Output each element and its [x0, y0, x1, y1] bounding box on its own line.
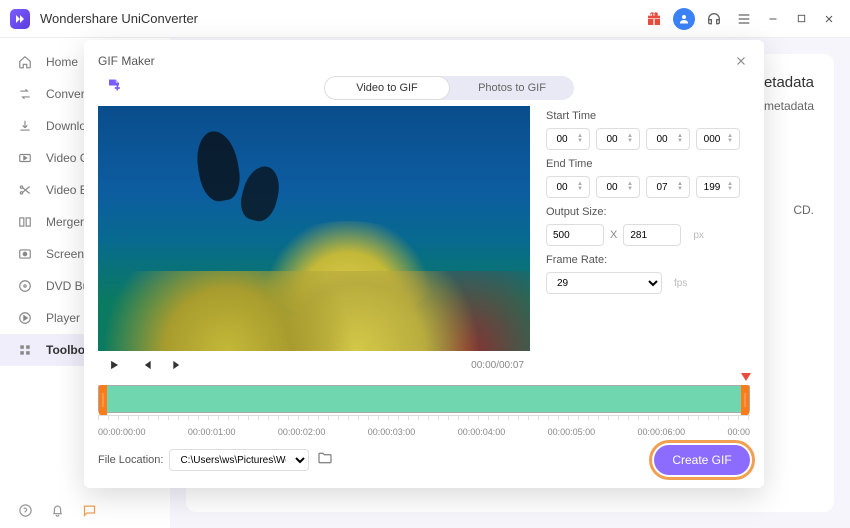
modal-title: GIF Maker: [98, 54, 155, 68]
spinner-icon[interactable]: ▲▼: [727, 134, 737, 144]
start-ms-stepper[interactable]: ▲▼: [696, 128, 740, 150]
start-time-label: Start Time: [546, 110, 750, 122]
tick-label: 00:00:00:00: [98, 427, 146, 437]
gif-maker-modal: GIF Maker Video to GIF Photos to GIF 00:…: [84, 40, 764, 488]
trim-handle-end[interactable]: [741, 385, 749, 415]
add-file-icon[interactable]: [104, 78, 124, 98]
account-icon[interactable]: [672, 7, 696, 31]
next-frame-button[interactable]: [168, 355, 188, 375]
disc-icon: [18, 279, 36, 293]
start-h-input[interactable]: [547, 134, 577, 145]
spinner-icon[interactable]: ▲▼: [727, 182, 737, 192]
spinner-icon[interactable]: ▲▼: [677, 134, 687, 144]
output-size-label: Output Size:: [546, 206, 750, 218]
converter-icon: [18, 87, 36, 101]
x-separator: X: [610, 229, 617, 241]
sidebar-label: Merger: [46, 215, 84, 229]
spinner-icon[interactable]: ▲▼: [627, 134, 637, 144]
timecode: 00:00/00:07: [471, 360, 524, 371]
start-ms-input[interactable]: [697, 134, 727, 145]
bell-icon[interactable]: [50, 503, 66, 519]
tick-label: 00:00:01:00: [188, 427, 236, 437]
gift-icon[interactable]: [642, 7, 666, 31]
timeline-ruler: [98, 415, 750, 421]
start-s-stepper[interactable]: ▲▼: [646, 128, 690, 150]
end-h-stepper[interactable]: ▲▼: [546, 176, 590, 198]
feedback-icon[interactable]: [82, 503, 98, 519]
home-icon: [18, 55, 36, 69]
tick-label: 00:00:03:00: [368, 427, 416, 437]
spinner-icon[interactable]: ▲▼: [577, 134, 587, 144]
start-m-input[interactable]: [597, 134, 627, 145]
output-height-input[interactable]: [623, 224, 681, 246]
timeline: 00:00:00:00 00:00:01:00 00:00:02:00 00:0…: [98, 385, 750, 437]
start-h-stepper[interactable]: ▲▼: [546, 128, 590, 150]
create-gif-button[interactable]: Create GIF: [654, 445, 750, 475]
merger-icon: [18, 215, 36, 229]
px-unit: px: [693, 230, 704, 241]
trim-handle-start[interactable]: [99, 385, 107, 415]
toolbox-icon: [18, 343, 36, 357]
help-icon[interactable]: [18, 503, 34, 519]
frame-rate-label: Frame Rate:: [546, 254, 750, 266]
file-location-label: File Location:: [98, 454, 163, 466]
sidebar-label: Home: [46, 55, 78, 69]
start-m-stepper[interactable]: ▲▼: [596, 128, 640, 150]
end-s-input[interactable]: [647, 182, 677, 193]
modal-footer: File Location: C:\Users\ws\Pictures\Wond…: [98, 445, 750, 475]
fps-unit: fps: [674, 278, 687, 289]
headset-icon[interactable]: [702, 7, 726, 31]
timeline-ticks: 00:00:00:00 00:00:01:00 00:00:02:00 00:0…: [98, 427, 750, 437]
tick-label: 00:00: [727, 427, 750, 437]
tick-label: 00:00:06:00: [638, 427, 686, 437]
scissors-icon: [18, 183, 36, 197]
start-s-input[interactable]: [647, 134, 677, 145]
modal-close-button[interactable]: [732, 52, 750, 70]
end-time-label: End Time: [546, 158, 750, 170]
spinner-icon[interactable]: ▲▼: [677, 182, 687, 192]
minimize-button[interactable]: [762, 8, 784, 30]
spinner-icon[interactable]: ▲▼: [627, 182, 637, 192]
titlebar: Wondershare UniConverter: [0, 0, 850, 38]
file-location-select[interactable]: C:\Users\ws\Pictures\Wonders: [169, 449, 309, 471]
end-m-input[interactable]: [597, 182, 627, 193]
app-title: Wondershare UniConverter: [40, 11, 198, 26]
playhead-marker[interactable]: [741, 373, 751, 381]
play-button[interactable]: [104, 355, 124, 375]
close-button[interactable]: [818, 8, 840, 30]
end-ms-stepper[interactable]: ▲▼: [696, 176, 740, 198]
tab-photos-to-gif[interactable]: Photos to GIF: [450, 76, 574, 100]
compress-icon: [18, 151, 36, 165]
app-logo: [10, 9, 30, 29]
avatar: [673, 8, 695, 30]
settings-panel: Start Time ▲▼ ▲▼ ▲▼ ▲▼ End Time ▲▼ ▲▼ ▲▼…: [530, 106, 750, 379]
open-folder-icon[interactable]: [317, 450, 333, 471]
end-h-input[interactable]: [547, 182, 577, 193]
recorder-icon: [18, 247, 36, 261]
tab-video-to-gif[interactable]: Video to GIF: [324, 76, 450, 100]
end-s-stepper[interactable]: ▲▼: [646, 176, 690, 198]
tick-label: 00:00:02:00: [278, 427, 326, 437]
spinner-icon[interactable]: ▲▼: [577, 182, 587, 192]
hamburger-icon[interactable]: [732, 7, 756, 31]
mode-tabs: Video to GIF Photos to GIF: [324, 76, 574, 100]
timeline-track[interactable]: [98, 385, 750, 413]
play-icon: [18, 311, 36, 325]
tick-label: 00:00:04:00: [458, 427, 506, 437]
frame-rate-select[interactable]: 29: [546, 272, 662, 294]
prev-frame-button[interactable]: [136, 355, 156, 375]
end-ms-input[interactable]: [697, 182, 727, 193]
video-preview[interactable]: [98, 106, 530, 351]
tick-label: 00:00:05:00: [548, 427, 596, 437]
output-width-input[interactable]: [546, 224, 604, 246]
end-m-stepper[interactable]: ▲▼: [596, 176, 640, 198]
playback-controls: 00:00/00:07: [98, 351, 530, 379]
maximize-button[interactable]: [790, 8, 812, 30]
statusbar: [0, 494, 170, 528]
download-icon: [18, 119, 36, 133]
sidebar-label: Player: [46, 311, 80, 325]
